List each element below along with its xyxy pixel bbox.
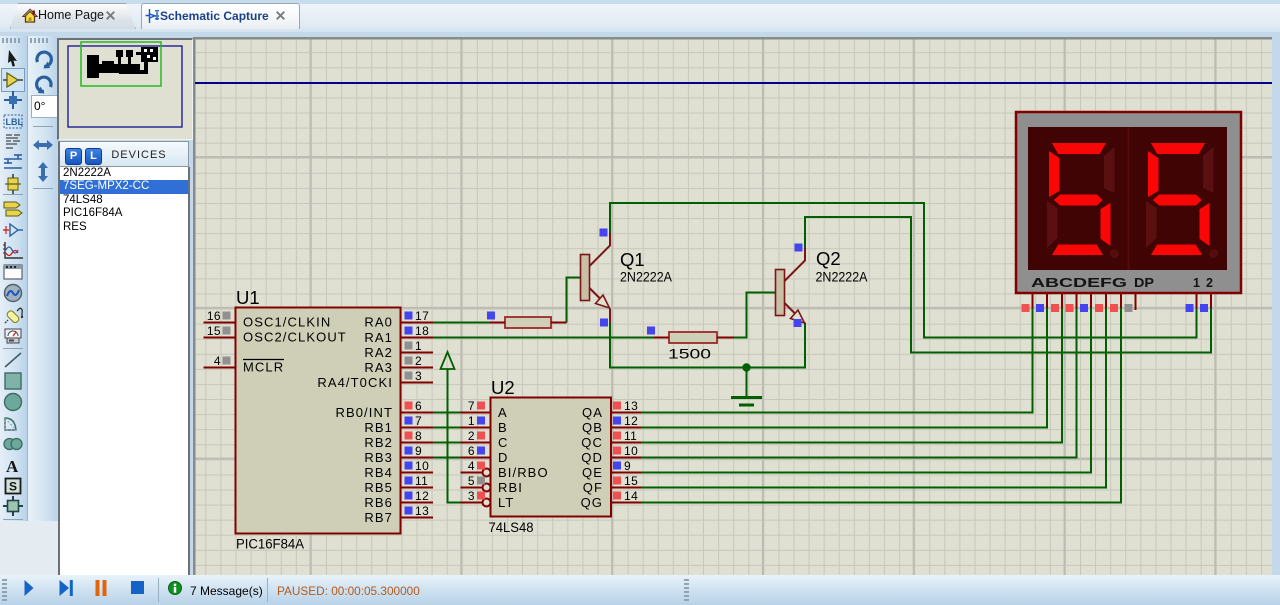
svg-text:RB7: RB7 <box>364 510 393 525</box>
svg-text:RBI: RBI <box>498 480 523 495</box>
svg-text:QA: QA <box>582 405 603 420</box>
svg-text:QE: QE <box>582 465 603 480</box>
svg-text:RA2: RA2 <box>364 345 393 360</box>
svg-text:QC: QC <box>581 435 603 450</box>
svg-text:LBL: LBL <box>6 117 24 127</box>
svg-text:RB5: RB5 <box>364 480 393 495</box>
svg-text:2: 2 <box>1206 276 1213 290</box>
svg-text:16: 16 <box>207 309 221 323</box>
svg-text:2: 2 <box>415 354 422 368</box>
svg-text:74LS48: 74LS48 <box>489 520 534 536</box>
svg-text:9: 9 <box>415 444 422 458</box>
svg-text:12: 12 <box>624 414 638 428</box>
svg-text:QG: QG <box>581 495 603 510</box>
svg-text:LT: LT <box>498 495 514 510</box>
svg-text:DP: DP <box>1134 276 1154 290</box>
svg-text:2: 2 <box>468 429 475 443</box>
svg-text:15: 15 <box>207 324 221 338</box>
svg-text:15: 15 <box>624 474 638 488</box>
svg-text:1: 1 <box>415 339 422 353</box>
svg-text:RB4: RB4 <box>364 465 393 480</box>
svg-text:A: A <box>498 405 508 420</box>
svg-text:OSC1/CLKIN: OSC1/CLKIN <box>243 315 331 330</box>
svg-text:RB6: RB6 <box>364 495 393 510</box>
svg-text:14: 14 <box>624 489 638 503</box>
svg-text:RA1: RA1 <box>364 330 393 345</box>
svg-text:QD: QD <box>581 450 603 465</box>
svg-text:U1: U1 <box>236 287 260 308</box>
svg-text:D: D <box>498 450 509 465</box>
svg-text:8: 8 <box>415 429 422 443</box>
svg-text:OSC2/CLKOUT: OSC2/CLKOUT <box>243 330 347 345</box>
svg-text:RB2: RB2 <box>364 435 393 450</box>
svg-text:RB3: RB3 <box>364 450 393 465</box>
svg-text:MCLR: MCLR <box>243 360 284 375</box>
svg-text:BI/RBO: BI/RBO <box>498 465 549 480</box>
svg-text:PIC16F84A: PIC16F84A <box>236 537 304 553</box>
svg-text:6: 6 <box>468 444 475 458</box>
svg-text:2N2222A: 2N2222A <box>816 270 868 286</box>
svg-text:9: 9 <box>624 459 631 473</box>
svg-text:13: 13 <box>624 399 638 413</box>
svg-text:ABCDEFG: ABCDEFG <box>1031 276 1127 290</box>
svg-text:13: 13 <box>415 504 429 518</box>
svg-text:6: 6 <box>415 399 422 413</box>
svg-text:4: 4 <box>214 354 221 368</box>
svg-text:12: 12 <box>415 489 429 503</box>
svg-text:QB: QB <box>582 420 603 435</box>
svg-text:B: B <box>498 420 508 435</box>
svg-text:3: 3 <box>468 489 475 503</box>
svg-text:18: 18 <box>415 324 429 338</box>
svg-text:1: 1 <box>468 414 475 428</box>
svg-text:10: 10 <box>624 444 638 458</box>
svg-text:RA4/T0CKI: RA4/T0CKI <box>317 375 393 390</box>
svg-text:17: 17 <box>415 309 429 323</box>
svg-text:RB1: RB1 <box>364 420 393 435</box>
svg-text:RA3: RA3 <box>364 360 393 375</box>
svg-text:C: C <box>498 435 509 450</box>
svg-text:11: 11 <box>415 474 428 488</box>
svg-text:4: 4 <box>468 459 475 473</box>
svg-text:QF: QF <box>583 480 603 495</box>
svg-text:1500: 1500 <box>668 347 711 363</box>
svg-text:1: 1 <box>1193 276 1200 290</box>
svg-text:RA0: RA0 <box>364 315 393 330</box>
svg-text:5: 5 <box>468 474 475 488</box>
svg-text:7: 7 <box>415 414 422 428</box>
svg-text:Q2: Q2 <box>816 248 841 269</box>
svg-text:11: 11 <box>624 429 637 443</box>
svg-text:2N2222A: 2N2222A <box>620 270 672 286</box>
svg-text:10: 10 <box>415 459 429 473</box>
svg-text:Q1: Q1 <box>620 249 645 270</box>
svg-text:S: S <box>9 480 17 494</box>
svg-text:U2: U2 <box>491 377 515 398</box>
svg-text:RB0/INT: RB0/INT <box>335 405 393 420</box>
svg-text:7: 7 <box>468 399 475 413</box>
svg-text:3: 3 <box>415 369 422 383</box>
svg-text:A: A <box>6 457 19 475</box>
